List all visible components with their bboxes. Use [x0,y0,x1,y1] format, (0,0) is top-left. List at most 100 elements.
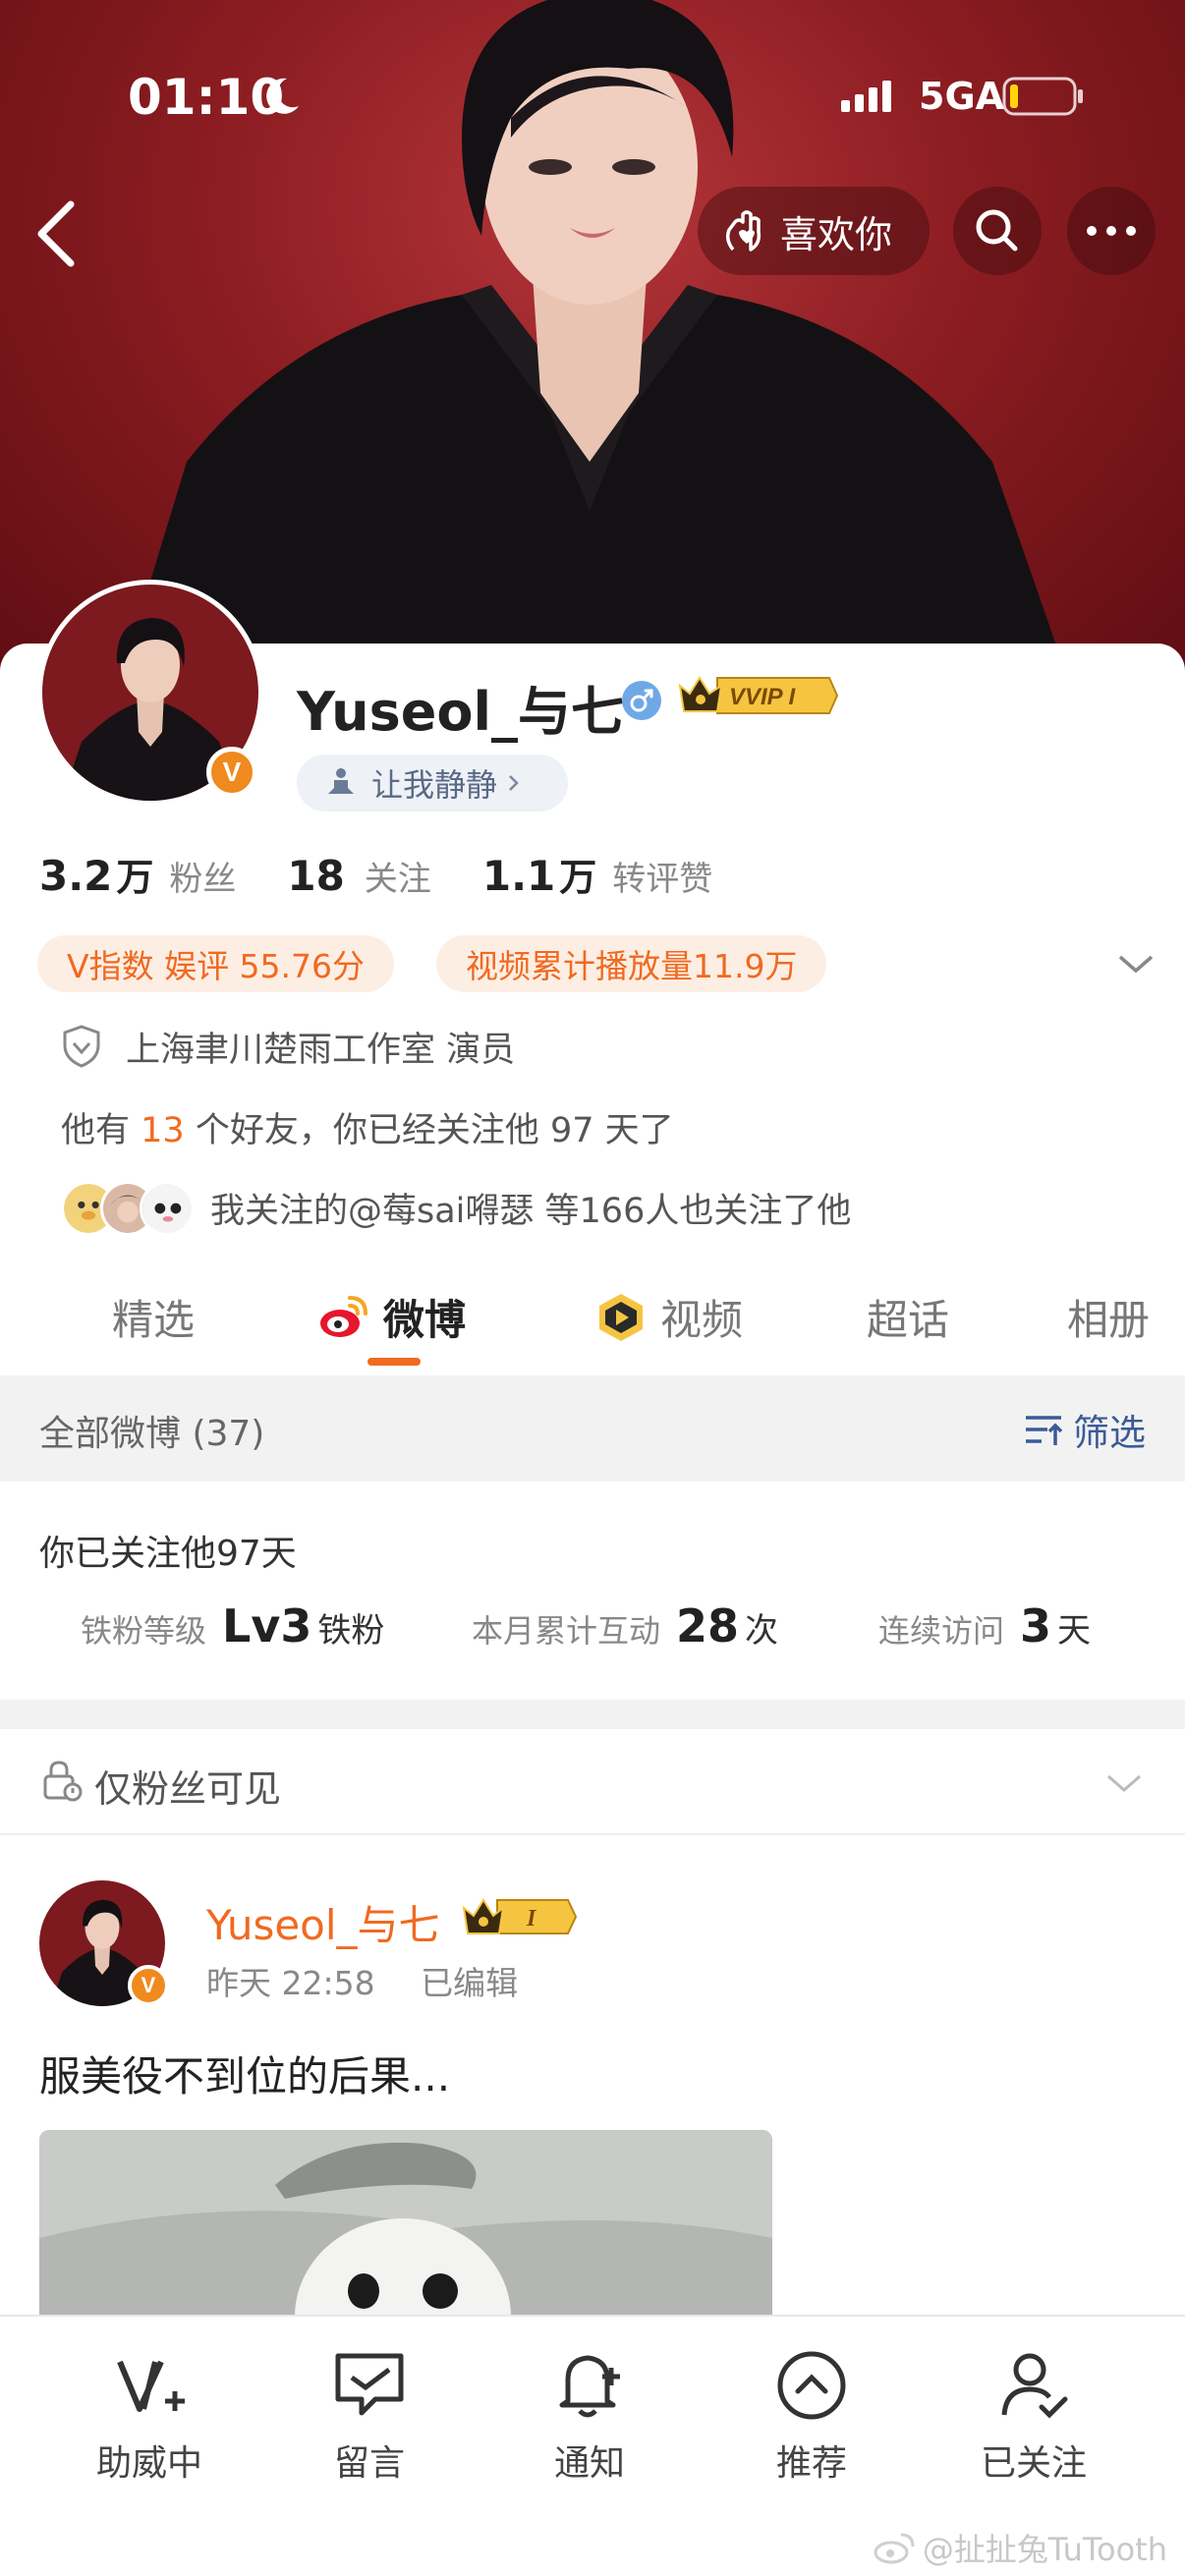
v-plus-icon [117,2360,185,2412]
tab-label: 相册 [1067,1296,1151,1344]
tab-label: 超话 [867,1296,950,1344]
status-pill[interactable]: 让我静静 [297,755,568,812]
shield-icon [63,1025,100,1068]
chevron-up-circle-icon [777,2351,846,2420]
bottom-label: 助威中 [95,2443,202,2484]
profile-avatar[interactable]: V [37,580,263,806]
stat-label: 转评赞 [612,860,713,899]
filter-icon [1026,1416,1063,1445]
feed-filter-bar: 全部微博 (37) 筛选 [0,1375,1185,1482]
watermark-text: @扯扯兔TuTooth [922,2531,1167,2568]
fan-card-title: 你已关注他97天 [39,1534,297,1574]
lock-icon [43,1761,83,1802]
tab-video[interactable]: 视频 [593,1287,743,1347]
weibo-logo-icon [874,2533,915,2564]
common-follow-text: 我关注的@莓sai嘚瑟 等166人也关注了他 [210,1191,852,1231]
post-author[interactable]: Yuseol_与七 [206,1892,440,1952]
stat-number: 3.2 [39,852,113,900]
stat-label: 关注 [364,860,431,899]
profile-stats: 3.2 万 粉丝 18 关注 1.1 万 转评赞 [39,847,1150,906]
tab-super-topic[interactable]: 超话 [867,1287,949,1347]
filter-label: 筛选 [1073,1412,1146,1454]
tab-label: 微博 [383,1296,467,1344]
fan-level: 铁粉等级 Lv3 铁粉 [81,1599,384,1652]
video-icon [599,1293,643,1341]
stat-interactions[interactable]: 1.1 万 转评赞 [482,847,712,901]
stat-number: 18 [287,852,345,900]
fans-only-section[interactable]: 仅粉丝可见 [0,1729,1185,1835]
chevron-down-icon[interactable] [1114,949,1157,979]
active-tab-indicator [367,1358,421,1366]
stat-following[interactable]: 18 关注 [287,852,430,900]
friends-row[interactable]: 他有 13 个好友，你已经关注他 97 天了 [61,1102,674,1152]
notify-button[interactable]: 通知 [491,2346,688,2493]
meditate-icon [328,768,354,794]
consecutive-visits: 连续访问 3 天 [878,1599,1091,1652]
more-dots-icon [1087,226,1136,236]
heart-hand-icon [725,210,762,252]
bottom-label: 通知 [553,2443,625,2484]
bottom-label: 已关注 [980,2443,1087,2484]
v-index-tag[interactable]: V指数 娱评 55.76分 [37,935,395,992]
stat-unit: 万 [116,856,154,899]
verified-badge: V [128,1965,169,2006]
certification-text: 上海聿川楚雨工作室 演员 [126,1030,516,1070]
post-meta: 昨天 22:58 已编辑 [206,1957,518,2004]
more-button[interactable] [1067,187,1156,275]
common-follow-row[interactable]: 我关注的@莓sai嘚瑟 等166人也关注了他 [61,1175,851,1240]
chevron-right-icon [509,775,519,791]
filter-button[interactable]: 筛选 [1022,1403,1146,1456]
tab-weibo[interactable]: 微博 [316,1287,466,1347]
fans-only-label: 仅粉丝可见 [94,1767,282,1811]
post-avatar[interactable]: V [39,1880,169,2006]
signal-icon [841,81,891,112]
avatar [140,1181,195,1236]
tag-row: V指数 娱评 55.76分 视频累计播放量11.9万 [37,935,1157,994]
fan-stat-value: 3 [1020,1599,1052,1652]
fan-stat-label: 铁粉等级 [81,1612,207,1650]
fan-stat-value: 28 [676,1599,740,1652]
bottom-label: 留言 [333,2443,405,2484]
fan-stat-label: 本月累计互动 [472,1612,661,1650]
post-card[interactable]: V Yuseol_与七 I 昨天 22:58 已编辑 服美役不到位的后果... [0,1835,1185,2366]
like-label: 喜欢你 [780,212,893,256]
bottom-label: 推荐 [775,2443,847,2484]
vip-badge[interactable]: VVIP I [678,672,839,719]
profile-tabs: 精选 微博 视频 超话 相册 [0,1273,1185,1372]
friends-prefix: 他有 [61,1111,141,1150]
fan-stats: 铁粉等级 Lv3 铁粉 本月累计互动 28 次 连续访问 3 天 [0,1599,1185,1668]
fan-stat-unit: 天 [1057,1611,1092,1651]
stat-label: 粉丝 [169,860,237,899]
message-button[interactable]: 留言 [271,2346,468,2493]
watermark: @扯扯兔TuTooth [872,2525,1167,2570]
fan-stat-unit: 次 [745,1611,779,1651]
certification-row: 上海聿川楚雨工作室 演员 [61,1022,515,1071]
tab-album[interactable]: 相册 [1067,1287,1150,1347]
profile-username: Yuseol_与七 [297,681,624,743]
search-button[interactable] [953,187,1042,275]
video-plays-tag[interactable]: 视频累计播放量11.9万 [436,935,827,992]
message-icon [335,2353,404,2416]
section-divider [0,1700,1185,1729]
friends-suffix: 个好友，你已经关注他 97 天了 [184,1111,674,1150]
fan-stat-value: Lv3 [222,1599,312,1652]
back-icon[interactable] [28,195,86,273]
stat-unit: 万 [559,856,597,899]
mutual-avatars [61,1175,202,1240]
vip-label: VVIP I [729,684,796,710]
tab-featured[interactable]: 精选 [112,1287,195,1347]
bell-plus-icon [559,2355,620,2418]
cheer-button[interactable]: 助威中 [51,2346,248,2493]
recommend-button[interactable]: 推荐 [713,2346,910,2493]
like-button[interactable]: 喜欢你 [698,187,930,275]
fan-status-card[interactable]: 你已关注他97天 铁粉等级 Lv3 铁粉 本月累计互动 28 次 连续访问 3 … [0,1482,1185,1700]
network-label: 5GA [919,75,1005,118]
stat-followers[interactable]: 3.2 万 粉丝 [39,847,236,901]
status-bar: 01:10 5GA [0,59,1185,138]
fan-stat-unit: 铁粉 [317,1611,385,1651]
following-button[interactable]: 已关注 [935,2346,1132,2493]
stat-number: 1.1 [481,852,556,900]
all-posts-label[interactable]: 全部微博 (37) [39,1405,264,1456]
search-icon [976,209,1018,252]
fan-stat-label: 连续访问 [878,1612,1005,1650]
